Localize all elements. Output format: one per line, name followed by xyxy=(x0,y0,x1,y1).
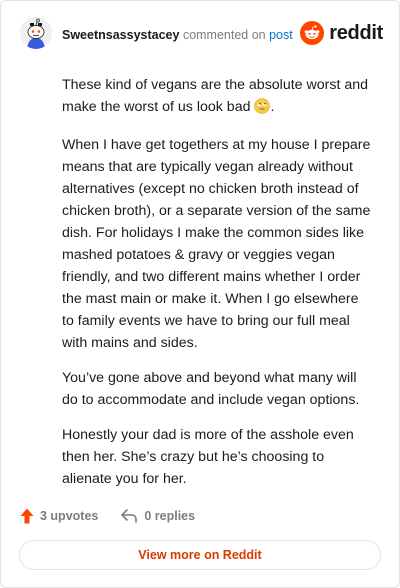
reddit-wordmark: reddit xyxy=(329,22,383,44)
post-link[interactable]: post xyxy=(269,28,293,42)
emoji-suffix: . xyxy=(270,99,275,115)
comment-paragraph: These kind of vegans are the absolute wo… xyxy=(62,74,374,121)
avatar[interactable] xyxy=(20,17,52,49)
reply-arrow-icon xyxy=(121,509,138,523)
byline: Sweetnsassystacey commented on post xyxy=(62,27,293,43)
comment-header: Sweetnsassystacey commented on post redd… xyxy=(20,17,383,51)
comment-body: These kind of vegans are the absolute wo… xyxy=(62,74,374,503)
snoo-avatar-icon xyxy=(20,17,52,49)
reddit-logo[interactable]: reddit xyxy=(300,21,383,45)
upvote-arrow-icon xyxy=(20,508,34,524)
username[interactable]: Sweetnsassystacey xyxy=(62,28,179,42)
commented-label: commented on xyxy=(182,28,266,42)
reply-count: 0 replies xyxy=(144,509,196,523)
paragraph-text: These kind of vegans are the absolute wo… xyxy=(62,77,369,115)
reddit-snoo-icon xyxy=(300,21,325,45)
comment-actions: 3 upvotes 0 replies xyxy=(20,504,195,528)
view-more-button[interactable]: View more on Reddit xyxy=(19,540,381,570)
comment-paragraph: Honestly your dad is more of the asshole… xyxy=(62,427,354,487)
comment-card: Sweetnsassystacey commented on post redd… xyxy=(0,0,400,588)
upvote-button[interactable]: 3 upvotes xyxy=(20,508,98,524)
comment-paragraph: You’ve gone above and beyond what many w… xyxy=(62,370,360,408)
eye-roll-emoji-icon xyxy=(254,98,271,121)
upvote-count: 3 upvotes xyxy=(40,509,99,523)
comment-paragraph: When I have get togethers at my house I … xyxy=(62,137,371,351)
reply-button[interactable]: 0 replies xyxy=(120,508,195,524)
